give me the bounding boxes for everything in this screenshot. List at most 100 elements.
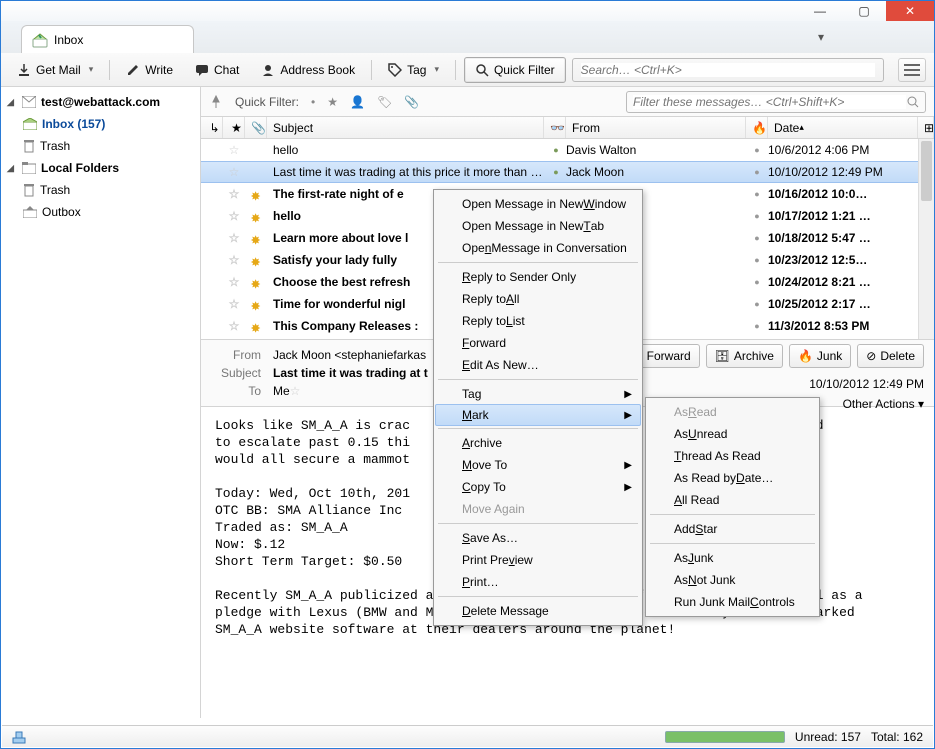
- sidebar-inbox[interactable]: Inbox (157): [1, 113, 200, 135]
- star-icon[interactable]: ☆: [223, 231, 245, 245]
- menu-item[interactable]: As Read by Date…: [648, 467, 817, 489]
- menu-item[interactable]: Copy To▶: [436, 476, 640, 498]
- quick-filter-label: Quick Filter:: [235, 95, 299, 109]
- scrollbar[interactable]: [918, 139, 934, 339]
- unread-icon: [251, 299, 261, 309]
- menu-item[interactable]: Edit As New…: [436, 354, 640, 376]
- delete-button[interactable]: ⊘ Delete: [857, 344, 924, 368]
- star-icon[interactable]: ☆: [223, 209, 245, 223]
- menu-item[interactable]: As Unread: [648, 423, 817, 445]
- pin-icon[interactable]: [209, 95, 223, 109]
- qf-contact-icon[interactable]: 👤: [350, 95, 365, 109]
- tab-dropdown-icon[interactable]: ▾: [818, 30, 824, 44]
- close-button[interactable]: ✕: [886, 1, 934, 21]
- col-picker[interactable]: ⊞: [918, 117, 934, 138]
- menu-item[interactable]: Add Star: [648, 518, 817, 540]
- minimize-button[interactable]: —: [798, 1, 842, 21]
- chevron-down-icon: ▾: [434, 64, 439, 75]
- menu-item[interactable]: Reply to List: [436, 310, 640, 332]
- maximize-button[interactable]: ▢: [842, 1, 886, 21]
- get-mail-button[interactable]: Get Mail▾: [9, 58, 101, 82]
- menu-item[interactable]: Delete Message: [436, 600, 640, 622]
- menu-item[interactable]: Open Message in New Tab: [436, 215, 640, 237]
- message-row[interactable]: ☆hello●Davis Walton●10/6/2012 4:06 PM: [201, 139, 934, 161]
- unread-icon: [251, 189, 261, 199]
- qf-search-box[interactable]: [626, 91, 926, 113]
- sidebar-trash-local[interactable]: Trash: [1, 179, 200, 201]
- row-from: Davis Walton: [566, 143, 746, 157]
- correspondent-dot-icon: ●: [546, 167, 566, 177]
- col-from[interactable]: From: [566, 117, 746, 138]
- chat-button[interactable]: Chat: [187, 58, 247, 82]
- menu-item[interactable]: Reply to Sender Only: [436, 266, 640, 288]
- tab-inbox[interactable]: Inbox: [21, 25, 194, 53]
- row-date: 11/3/2012 8:53 PM: [768, 319, 918, 333]
- col-thread[interactable]: ↳: [201, 117, 223, 138]
- sidebar-local-folders[interactable]: ◢Local Folders: [1, 157, 200, 179]
- sidebar-account[interactable]: ◢test@webattack.com: [1, 91, 200, 113]
- col-attach[interactable]: 📎: [245, 117, 267, 138]
- star-icon[interactable]: ☆: [223, 165, 245, 179]
- archive-button[interactable]: 🗄 Archive: [706, 344, 783, 368]
- junk-button[interactable]: 🔥 Junk: [789, 344, 851, 368]
- menu-item[interactable]: Forward: [436, 332, 640, 354]
- row-date: 10/10/2012 12:49 PM: [768, 165, 918, 179]
- address-book-button[interactable]: Address Book: [253, 58, 363, 82]
- row-subject: Last time it was trading at this price i…: [267, 165, 546, 179]
- menu-item[interactable]: Move To▶: [436, 454, 640, 476]
- star-icon[interactable]: ☆: [223, 275, 245, 289]
- context-submenu-mark: As ReadAs UnreadThread As ReadAs Read by…: [645, 397, 820, 617]
- menu-item[interactable]: Tag▶: [436, 383, 640, 405]
- search-input[interactable]: [581, 63, 875, 77]
- unread-icon: [251, 255, 261, 265]
- online-icon[interactable]: [12, 730, 26, 744]
- qf-tag-icon[interactable]: 🏷: [377, 95, 392, 109]
- col-junk[interactable]: 🔥: [746, 117, 768, 138]
- message-row[interactable]: ☆ Last time it was trading at this price …: [201, 161, 934, 183]
- sidebar-outbox[interactable]: Outbox: [1, 201, 200, 223]
- app-menu-button[interactable]: [898, 58, 926, 82]
- col-read[interactable]: 👓: [544, 117, 566, 138]
- menu-item[interactable]: Mark▶: [435, 404, 641, 426]
- star-icon[interactable]: ☆: [223, 297, 245, 311]
- menu-item[interactable]: Print…: [436, 571, 640, 593]
- col-date[interactable]: Date ▴: [768, 117, 918, 138]
- tab-label: Inbox: [54, 33, 83, 47]
- menu-item[interactable]: All Read: [648, 489, 817, 511]
- qf-attachment-icon[interactable]: 📎: [404, 95, 419, 109]
- quick-filter-bar: Quick Filter: • ★ 👤 🏷 📎: [201, 87, 934, 117]
- hamburger-icon: [904, 64, 920, 76]
- star-icon[interactable]: ☆: [223, 143, 245, 157]
- row-date: 10/16/2012 10:0…: [768, 187, 918, 201]
- menu-item[interactable]: Run Junk Mail Controls: [648, 591, 817, 613]
- menu-item[interactable]: Print Preview: [436, 549, 640, 571]
- junk-dot-icon: ●: [746, 211, 768, 221]
- unread-icon: [251, 233, 261, 243]
- other-actions-button[interactable]: Other Actions ▾: [809, 394, 924, 414]
- row-date: 10/25/2012 2:17 …: [768, 297, 918, 311]
- qf-search-input[interactable]: [633, 95, 906, 109]
- menu-item[interactable]: Reply to All: [436, 288, 640, 310]
- menu-item[interactable]: Open Message in New Window: [436, 193, 640, 215]
- menu-item[interactable]: Open Message in Conversation: [436, 237, 640, 259]
- trash-icon: [23, 183, 35, 197]
- qf-unread-icon[interactable]: •: [311, 95, 315, 109]
- menu-item[interactable]: As Junk: [648, 547, 817, 569]
- star-icon[interactable]: ☆: [223, 187, 245, 201]
- column-headers: ↳ ★ 📎 Subject 👓 From 🔥 Date ▴ ⊞: [201, 117, 934, 139]
- col-star[interactable]: ★: [223, 117, 245, 138]
- menu-item[interactable]: Archive: [436, 432, 640, 454]
- star-icon[interactable]: ☆: [223, 253, 245, 267]
- sidebar-trash[interactable]: Trash: [1, 135, 200, 157]
- person-icon: [261, 63, 275, 77]
- qf-star-icon[interactable]: ★: [327, 95, 338, 109]
- menu-item[interactable]: Thread As Read: [648, 445, 817, 467]
- star-icon[interactable]: ☆: [223, 319, 245, 333]
- write-button[interactable]: Write: [118, 58, 181, 82]
- quick-filter-button[interactable]: Quick Filter: [464, 57, 566, 83]
- menu-item[interactable]: Save As…: [436, 527, 640, 549]
- search-box[interactable]: [572, 58, 884, 82]
- menu-item[interactable]: As Not Junk: [648, 569, 817, 591]
- col-subject[interactable]: Subject: [267, 117, 544, 138]
- tag-button[interactable]: Tag▾: [380, 58, 447, 82]
